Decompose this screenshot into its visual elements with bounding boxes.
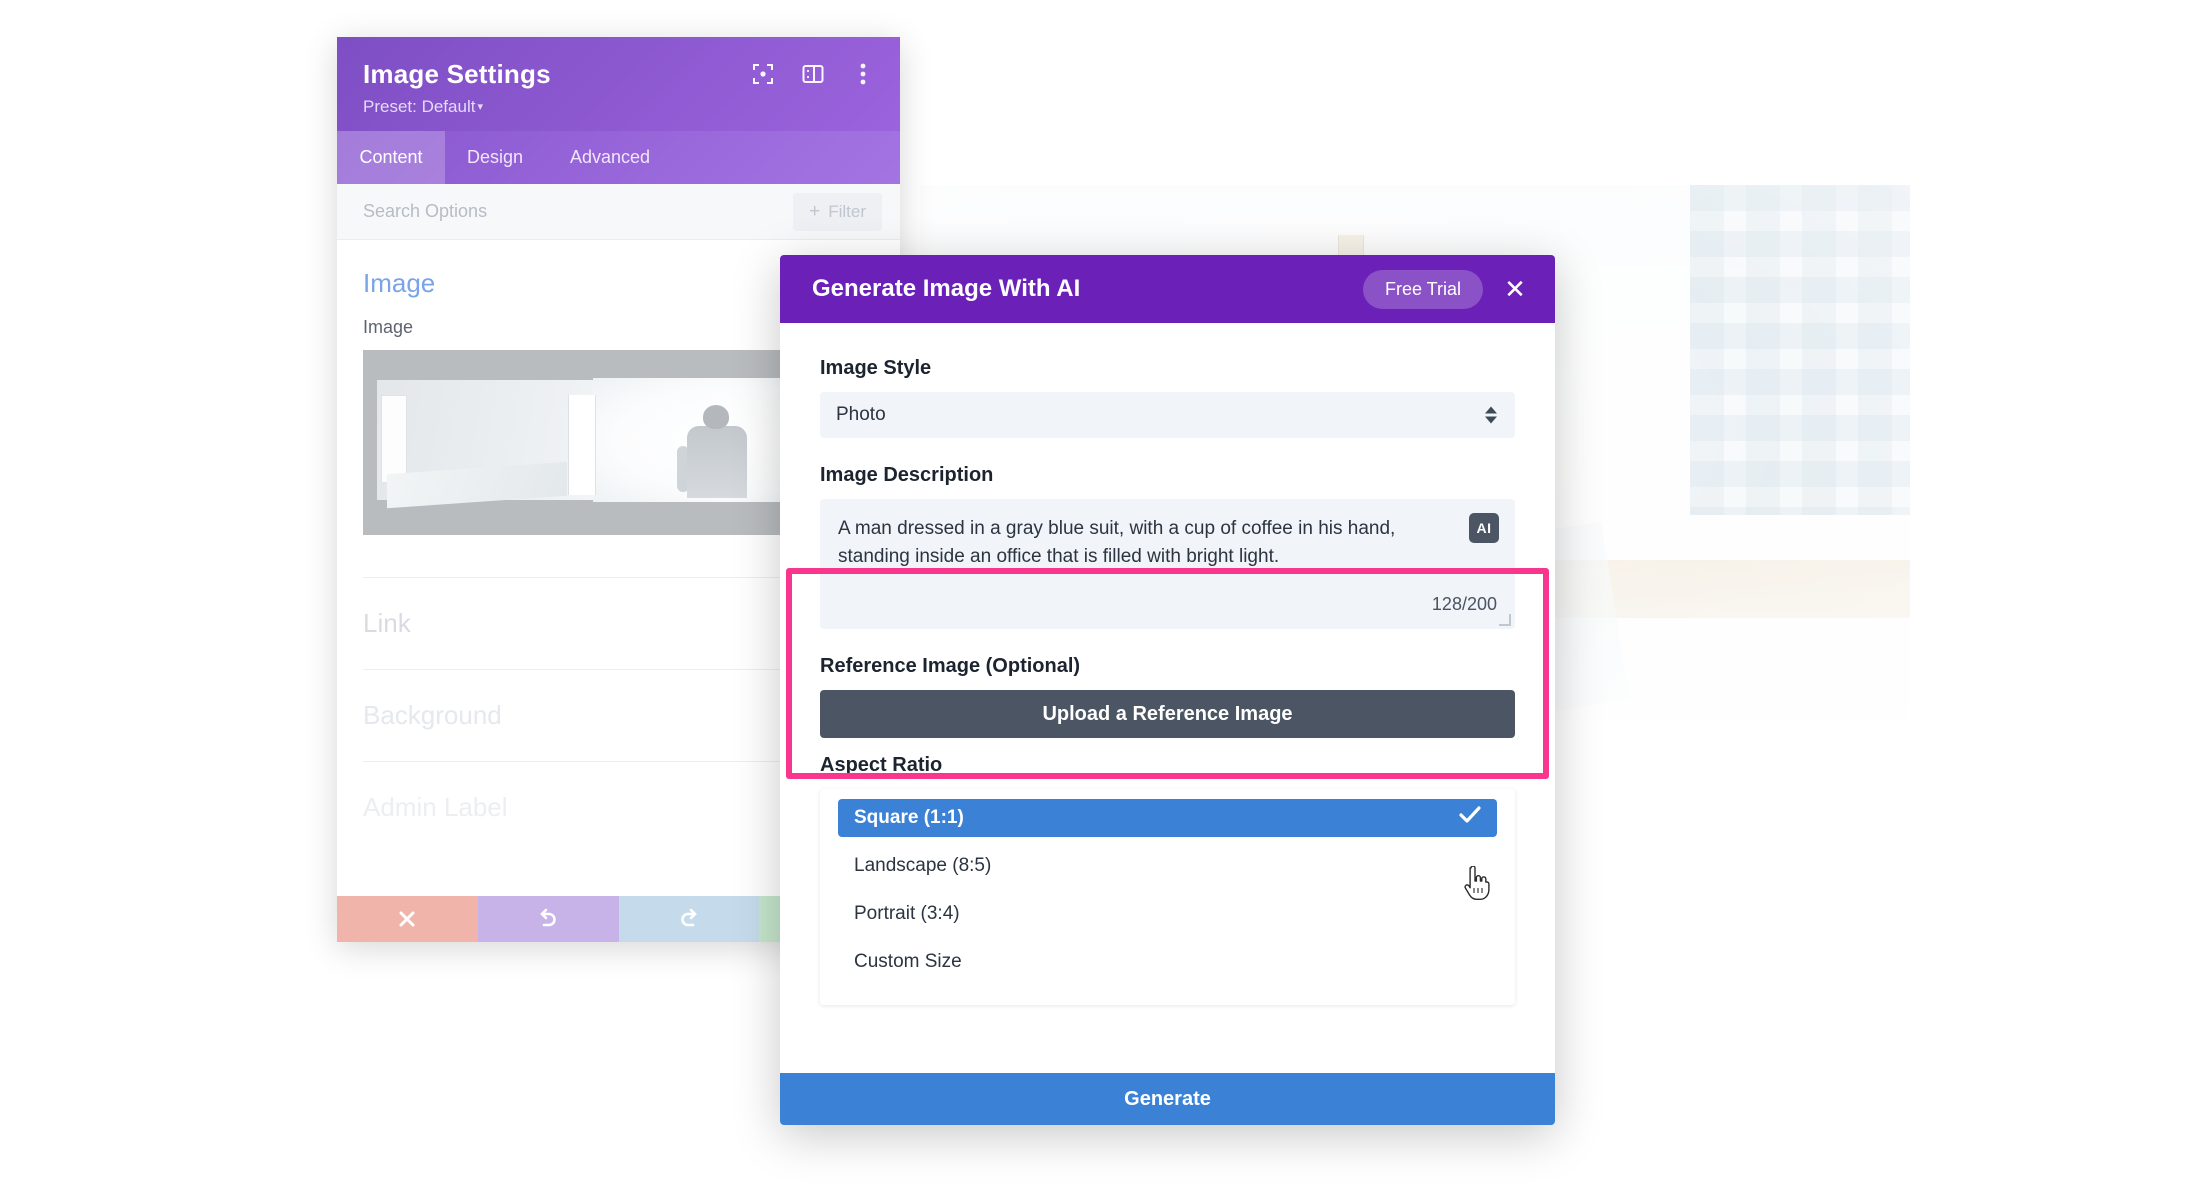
image-style-label: Image Style [820, 357, 932, 379]
preset-selector[interactable]: Preset: Default ▾ [363, 97, 874, 117]
aspect-ratio-option-label: Landscape (8:5) [854, 855, 992, 876]
ai-modal-header: Generate Image With AI Free Trial ✕ [780, 255, 1555, 323]
ai-modal-body: Image Style Photo Image Description A ma… [780, 323, 1555, 738]
generate-image-with-ai-modal: Generate Image With AI Free Trial ✕ Imag… [780, 255, 1555, 1125]
settings-tabs: Content Design Advanced [337, 131, 900, 184]
settings-panel-header: Image Settings Preset: Default ▾ [337, 37, 900, 131]
thumb-person-body [687, 426, 747, 498]
redo-button[interactable] [618, 896, 760, 942]
preset-label: Preset: Default [363, 97, 476, 116]
thumb-door [381, 395, 407, 483]
character-counter: 128/200 [1431, 593, 1497, 614]
tab-design[interactable]: Design [445, 131, 545, 184]
aspect-ratio-option-label: Portrait (3:4) [854, 903, 960, 924]
thumb-person-head [703, 405, 729, 429]
image-description-label: Image Description [820, 464, 994, 486]
tab-content[interactable]: Content [337, 131, 445, 184]
chevron-down-icon: ▾ [477, 101, 483, 113]
filter-button[interactable]: + Filter [793, 192, 882, 231]
undo-icon [540, 908, 556, 927]
aspect-ratio-option-label: Custom Size [854, 951, 962, 972]
ai-modal-footer: Generate [780, 1073, 1555, 1125]
image-description-textarea[interactable]: A man dressed in a gray blue suit, with … [820, 499, 1515, 629]
search-input[interactable]: Search Options [363, 201, 487, 222]
plus-icon: + [809, 200, 821, 222]
ai-modal-title: Generate Image With AI [812, 275, 1081, 302]
aspect-ratio-option-landscape[interactable]: Landscape (8:5) [838, 847, 1497, 885]
ai-assist-icon[interactable]: AI [1469, 513, 1499, 543]
aspect-ratio-option-label: Square (1:1) [854, 807, 964, 828]
close-icon [399, 911, 415, 927]
reference-image-label: Reference Image (Optional) [820, 655, 1081, 677]
focus-icon[interactable] [752, 63, 774, 85]
aspect-ratio-label: Aspect Ratio [820, 754, 943, 776]
free-trial-badge[interactable]: Free Trial [1362, 269, 1483, 309]
thumb-window-frame [568, 395, 596, 495]
tab-advanced[interactable]: Advanced [545, 131, 675, 184]
image-description-value: A man dressed in a gray blue suit, with … [838, 518, 1396, 567]
check-icon [1459, 806, 1481, 830]
image-style-value: Photo [836, 404, 886, 425]
undo-button[interactable] [477, 896, 619, 942]
mouse-cursor-pointer [1464, 866, 1490, 900]
resize-handle[interactable] [1499, 614, 1511, 626]
close-icon[interactable]: ✕ [1497, 271, 1533, 307]
generate-button[interactable]: Generate [780, 1073, 1555, 1125]
filter-button-label: Filter [828, 201, 866, 221]
cancel-button[interactable] [337, 896, 478, 942]
aspect-ratio-option-custom[interactable]: Custom Size [838, 943, 1497, 981]
redo-icon [681, 908, 697, 927]
more-vertical-icon[interactable] [852, 63, 874, 85]
aspect-ratio-option-portrait[interactable]: Portrait (3:4) [838, 895, 1497, 933]
select-spinner-icon [1485, 406, 1497, 424]
screen-root: Image Settings Preset: Default ▾ Content… [0, 0, 2200, 1200]
image-style-select[interactable]: Photo [820, 392, 1515, 438]
search-options-bar: Search Options + Filter [337, 184, 900, 240]
settings-header-icon-group [752, 63, 874, 85]
aspect-ratio-option-square[interactable]: Square (1:1) [838, 799, 1497, 837]
aspect-ratio-options-list: Square (1:1) Landscape (8:5) Portrait (3… [820, 789, 1515, 1005]
upload-reference-image-button[interactable]: Upload a Reference Image [820, 690, 1515, 738]
layout-panel-icon[interactable] [802, 63, 824, 85]
aspect-ratio-section: Aspect Ratio Square (1:1) Landscape (8:5… [780, 738, 1555, 1005]
